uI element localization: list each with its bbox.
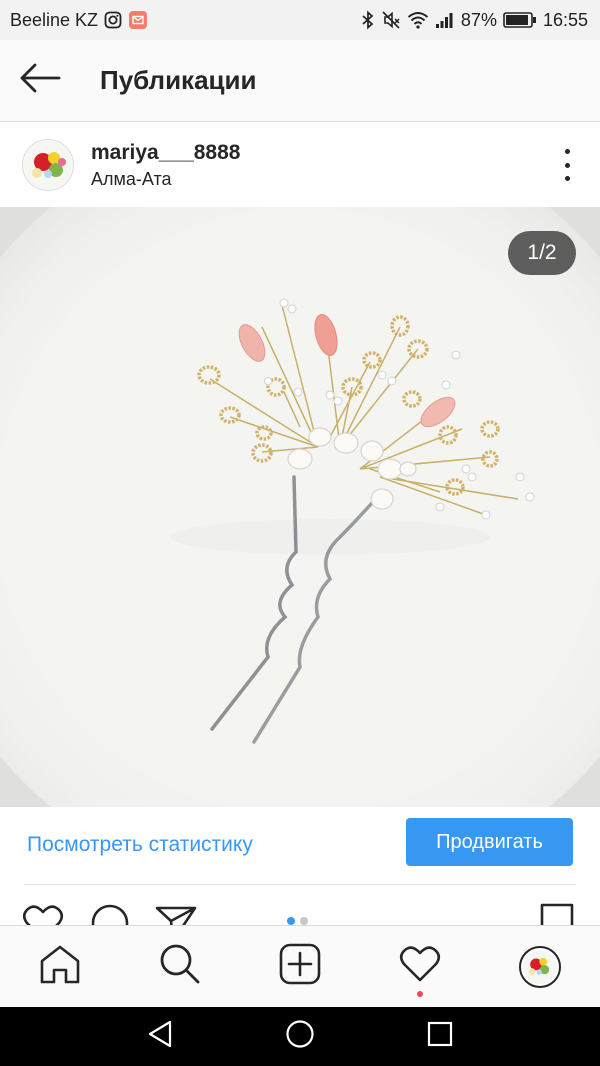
notification-dot (417, 990, 423, 997)
insights-row: Посмотреть статистику Продвигать (0, 807, 600, 885)
system-back-button[interactable] (130, 1007, 190, 1066)
more-dot (564, 162, 570, 168)
share-icon[interactable] (155, 903, 197, 925)
mute-icon (381, 10, 401, 30)
bluetooth-icon (361, 10, 375, 30)
back-triangle-icon (147, 1020, 173, 1053)
nav-search[interactable] (140, 927, 220, 1007)
more-dot (564, 176, 570, 181)
comment-icon[interactable] (90, 903, 132, 925)
back-button[interactable] (0, 40, 80, 122)
home-circle-icon (285, 1019, 315, 1054)
bookmark-icon[interactable] (540, 903, 576, 925)
nav-add-post[interactable] (260, 927, 340, 1007)
carousel-dot-active (287, 917, 295, 925)
carousel-dot (300, 917, 308, 925)
more-options-button[interactable] (562, 149, 572, 181)
home-icon (39, 944, 81, 989)
post-image[interactable]: 1/2 (0, 207, 600, 807)
recents-square-icon (427, 1021, 453, 1052)
avatar[interactable] (22, 139, 74, 191)
nav-profile[interactable] (500, 927, 580, 1007)
carousel-indicator (287, 917, 308, 925)
nav-home[interactable] (20, 927, 100, 1007)
mail-notification-icon (128, 10, 148, 30)
nav-activity[interactable] (380, 927, 460, 1007)
system-recents-button[interactable] (410, 1007, 470, 1066)
system-home-button[interactable] (270, 1007, 330, 1066)
app-header: Публикации (0, 40, 600, 122)
carrier-label: Beeline KZ (10, 9, 99, 30)
media-counter: 1/2 (508, 231, 576, 275)
profile-avatar (519, 945, 561, 988)
add-post-icon (279, 943, 321, 990)
status-bar: Beeline KZ 87% 16:55 (0, 0, 600, 40)
wifi-icon (407, 11, 429, 29)
more-vertical-icon (564, 149, 570, 154)
hairpin-photo (0, 207, 600, 807)
view-insights-link[interactable]: Посмотреть статистику (27, 833, 253, 857)
signal-icon (435, 11, 455, 29)
system-nav-bar (0, 1007, 600, 1066)
search-icon (159, 943, 201, 990)
post-actions (0, 885, 600, 925)
post-header: mariya___8888 Алма-Ата (0, 123, 600, 207)
heart-icon[interactable] (22, 903, 64, 925)
page-title: Публикации (100, 65, 257, 95)
promote-button[interactable]: Продвигать (406, 818, 573, 866)
arrow-left-icon (19, 63, 61, 98)
location-label[interactable]: Алма-Ата (91, 169, 240, 190)
activity-heart-icon (399, 944, 441, 989)
bottom-nav (0, 925, 600, 1007)
battery-icon (503, 11, 537, 29)
instagram-icon (104, 11, 122, 29)
battery-percent: 87% (460, 9, 497, 30)
username[interactable]: mariya___8888 (91, 141, 240, 165)
clock: 16:55 (542, 9, 588, 30)
